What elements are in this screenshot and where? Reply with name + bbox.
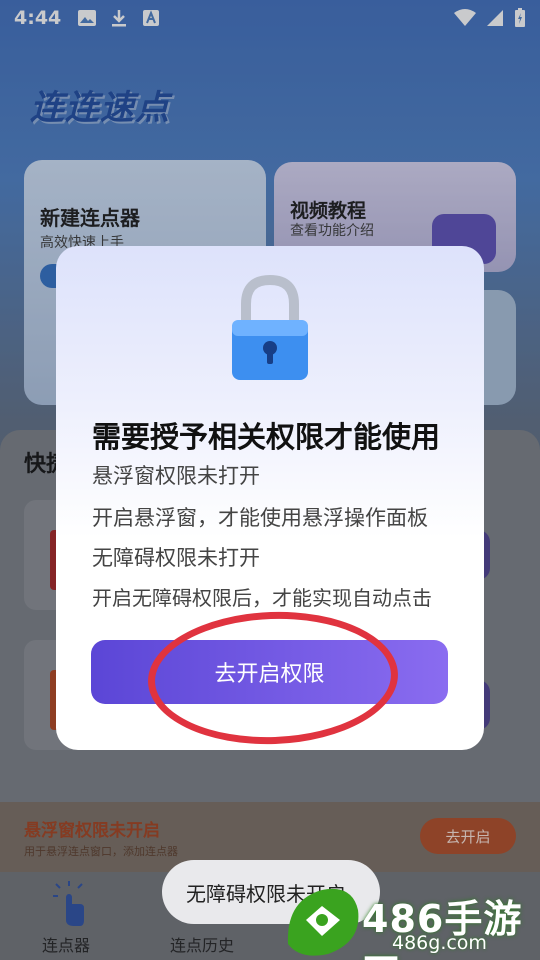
watermark-url: 486g.com (392, 932, 487, 954)
dialog-line-3: 无障碍权限未打开 (92, 546, 260, 570)
dialog-title: 需要授予相关权限才能使用 (92, 420, 441, 454)
dialog-line-4: 开启无障碍权限后，才能实现自动点击 (92, 586, 432, 610)
dialog-line-2: 开启悬浮窗，才能使用悬浮操作面板 (92, 506, 428, 530)
dialog-line-1: 悬浮窗权限未打开 (92, 464, 260, 488)
lock-icon (232, 274, 308, 380)
